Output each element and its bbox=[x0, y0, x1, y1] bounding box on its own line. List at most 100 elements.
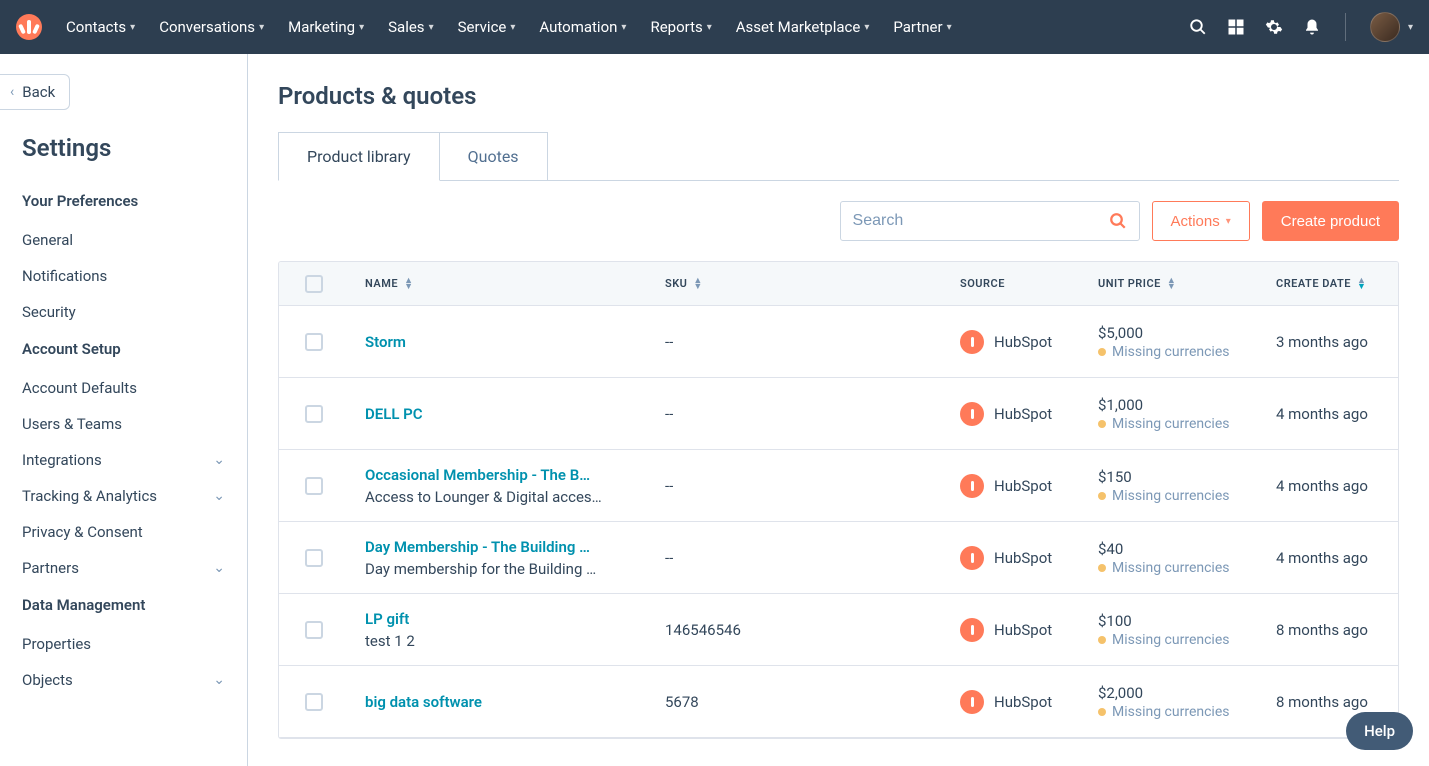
table-row: Day Membership - The Building …Day membe… bbox=[279, 522, 1398, 594]
nav-separator bbox=[1345, 13, 1346, 41]
missing-currencies-badge: Missing currencies bbox=[1098, 632, 1276, 648]
top-nav: Contacts▾ Conversations▾ Marketing▾ Sales▾ S… bbox=[0, 0, 1429, 54]
help-button[interactable]: Help bbox=[1346, 712, 1413, 750]
nav-item-conversations[interactable]: Conversations▾ bbox=[159, 18, 264, 36]
row-checkbox[interactable] bbox=[305, 693, 323, 711]
section-header: Data Management bbox=[0, 586, 247, 626]
sidebar-item-notifications[interactable]: Notifications bbox=[0, 258, 247, 294]
sidebar-item-account-defaults[interactable]: Account Defaults bbox=[0, 370, 247, 406]
table-header: NAME ▲▼ SKU ▲▼ SOURCE UNIT PRICE ▲▼ CREA… bbox=[279, 262, 1398, 306]
nav-item-contacts[interactable]: Contacts▾ bbox=[66, 18, 135, 36]
missing-currencies-badge: Missing currencies bbox=[1098, 488, 1276, 504]
nav-items: Contacts▾ Conversations▾ Marketing▾ Sales▾ S… bbox=[66, 18, 952, 36]
sidebar-item-general[interactable]: General bbox=[0, 222, 247, 258]
table-row: DELL PC--HubSpot$1,000Missing currencies… bbox=[279, 378, 1398, 450]
sort-icon: ▲▼ bbox=[693, 278, 702, 290]
avatar bbox=[1370, 12, 1400, 42]
product-name-link[interactable]: Storm bbox=[365, 333, 665, 351]
nav-item-partner[interactable]: Partner▾ bbox=[893, 18, 951, 36]
product-create-date: 4 months ago bbox=[1276, 405, 1368, 423]
product-price: $100 bbox=[1098, 612, 1276, 630]
account-menu[interactable]: ▾ bbox=[1370, 12, 1413, 42]
product-name-link[interactable]: Occasional Membership - The B… bbox=[365, 466, 665, 484]
column-date[interactable]: CREATE DATE ▲▼ bbox=[1276, 277, 1372, 290]
product-sku: -- bbox=[665, 477, 673, 495]
row-checkbox[interactable] bbox=[305, 405, 323, 423]
row-checkbox[interactable] bbox=[305, 333, 323, 351]
sidebar-item-users-teams[interactable]: Users & Teams bbox=[0, 406, 247, 442]
table-row: Storm--HubSpot$5,000Missing currencies3 … bbox=[279, 306, 1398, 378]
caret-down-icon: ▾ bbox=[359, 22, 364, 33]
tab-quotes[interactable]: Quotes bbox=[440, 132, 548, 181]
marketplace-icon[interactable] bbox=[1227, 18, 1245, 36]
row-checkbox[interactable] bbox=[305, 549, 323, 567]
product-sku: -- bbox=[665, 549, 673, 567]
product-create-date: 4 months ago bbox=[1276, 477, 1368, 495]
row-checkbox[interactable] bbox=[305, 477, 323, 495]
sidebar-item-partners[interactable]: Partners⌄ bbox=[0, 550, 247, 586]
nav-right: ▾ bbox=[1189, 12, 1413, 42]
caret-down-icon: ▾ bbox=[1226, 216, 1231, 227]
table-row: big data software5678HubSpot$2,000Missin… bbox=[279, 666, 1398, 738]
sidebar-item-properties[interactable]: Properties bbox=[0, 626, 247, 662]
product-name-link[interactable]: LP gift bbox=[365, 610, 665, 628]
caret-down-icon: ▾ bbox=[510, 22, 515, 33]
sidebar-item-privacy-consent[interactable]: Privacy & Consent bbox=[0, 514, 247, 550]
column-sku[interactable]: SKU ▲▼ bbox=[665, 277, 960, 290]
settings-title: Settings bbox=[0, 134, 247, 182]
hubspot-logo[interactable] bbox=[16, 14, 42, 40]
back-button[interactable]: ‹ Back bbox=[0, 74, 70, 110]
notifications-icon[interactable] bbox=[1303, 18, 1321, 36]
page-title: Products & quotes bbox=[278, 82, 1399, 110]
product-name-link[interactable]: DELL PC bbox=[365, 405, 665, 423]
caret-down-icon: ▾ bbox=[707, 22, 712, 33]
caret-down-icon: ▾ bbox=[864, 22, 869, 33]
search-icon bbox=[1109, 212, 1127, 230]
row-checkbox[interactable] bbox=[305, 621, 323, 639]
sidebar-item-integrations[interactable]: Integrations⌄ bbox=[0, 442, 247, 478]
help-label: Help bbox=[1364, 722, 1395, 740]
products-table: NAME ▲▼ SKU ▲▼ SOURCE UNIT PRICE ▲▼ CREA… bbox=[278, 261, 1399, 739]
sidebar-item-security[interactable]: Security bbox=[0, 294, 247, 330]
product-sku: 146546546 bbox=[665, 621, 741, 639]
table-row: Occasional Membership - The B… Access to … bbox=[279, 450, 1398, 522]
product-sku: -- bbox=[665, 405, 673, 423]
actions-label: Actions bbox=[1171, 213, 1220, 230]
column-price[interactable]: UNIT PRICE ▲▼ bbox=[1098, 277, 1276, 290]
nav-item-service[interactable]: Service▾ bbox=[458, 18, 516, 36]
table-body: Storm--HubSpot$5,000Missing currencies3 … bbox=[279, 306, 1398, 738]
nav-item-asset-marketplace[interactable]: Asset Marketplace▾ bbox=[736, 18, 870, 36]
tab-product-library[interactable]: Product library bbox=[278, 132, 440, 181]
missing-currencies-badge: Missing currencies bbox=[1098, 704, 1276, 720]
caret-down-icon: ▾ bbox=[429, 22, 434, 33]
product-desc: Access to Lounger & Digital access … bbox=[365, 488, 605, 506]
settings-icon[interactable] bbox=[1265, 18, 1283, 36]
search-input[interactable] bbox=[853, 212, 1109, 230]
chevron-down-icon: ⌄ bbox=[213, 488, 225, 504]
column-name[interactable]: NAME ▲▼ bbox=[365, 277, 665, 290]
sort-icon-desc: ▲▼ bbox=[1357, 278, 1366, 290]
nav-item-marketing[interactable]: Marketing▾ bbox=[288, 18, 364, 36]
product-price: $2,000 bbox=[1098, 684, 1276, 702]
create-product-button[interactable]: Create product bbox=[1262, 201, 1399, 241]
section-header: Account Setup bbox=[0, 330, 247, 370]
sidebar-item-objects[interactable]: Objects⌄ bbox=[0, 662, 247, 698]
product-name-link[interactable]: big data software bbox=[365, 693, 665, 711]
search-icon[interactable] bbox=[1189, 18, 1207, 36]
hubspot-icon bbox=[960, 474, 984, 498]
section-header: Your Preferences bbox=[0, 182, 247, 222]
select-all-checkbox[interactable] bbox=[305, 275, 323, 293]
column-source[interactable]: SOURCE bbox=[960, 277, 1098, 290]
product-source: HubSpot bbox=[960, 474, 1098, 498]
actions-button[interactable]: Actions ▾ bbox=[1152, 201, 1250, 241]
sidebar-item-tracking-analytics[interactable]: Tracking & Analytics⌄ bbox=[0, 478, 247, 514]
chevron-down-icon: ▾ bbox=[1408, 22, 1413, 33]
product-price: $150 bbox=[1098, 468, 1276, 486]
nav-item-reports[interactable]: Reports▾ bbox=[650, 18, 711, 36]
caret-down-icon: ▾ bbox=[259, 22, 264, 33]
nav-item-sales[interactable]: Sales▾ bbox=[388, 18, 433, 36]
nav-item-automation[interactable]: Automation▾ bbox=[539, 18, 626, 36]
search-input-wrap[interactable] bbox=[840, 201, 1140, 241]
sort-icon: ▲▼ bbox=[404, 278, 413, 290]
product-name-link[interactable]: Day Membership - The Building … bbox=[365, 538, 665, 556]
